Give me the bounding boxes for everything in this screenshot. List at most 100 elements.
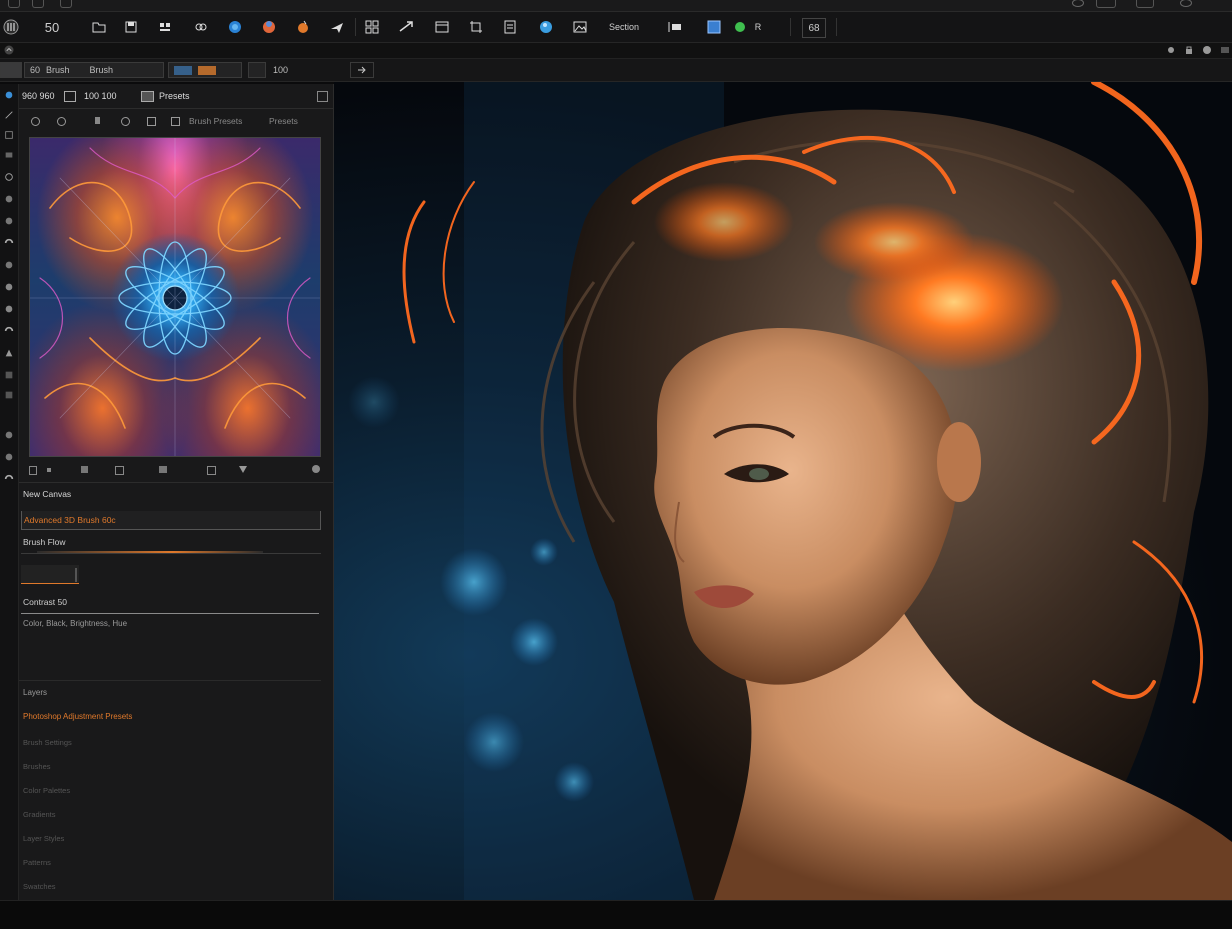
menu-icon[interactable] [1220, 45, 1230, 55]
dropdown-icon[interactable] [239, 466, 247, 473]
secondary-bar [0, 43, 1232, 59]
list-item[interactable]: Color Palettes [23, 786, 70, 795]
circle-icon[interactable] [1180, 0, 1192, 7]
move-tool-icon[interactable] [2, 88, 16, 102]
delete-icon[interactable] [171, 117, 180, 126]
panel-icon[interactable] [432, 16, 452, 38]
preset-name-field[interactable]: Advanced 3D Brush 60c [21, 511, 321, 530]
gradient-tool-icon[interactable] [2, 302, 16, 316]
settings-icon[interactable] [1166, 45, 1176, 55]
size-value[interactable]: 100 [268, 62, 308, 78]
zoom-tool-icon[interactable] [2, 450, 16, 464]
green-dot-icon[interactable] [732, 16, 748, 38]
plane-icon[interactable] [328, 16, 346, 38]
active-adjustment-item[interactable]: Photoshop Adjustment Presets [23, 712, 132, 721]
brush-preset-number: 60 [30, 65, 41, 75]
presets-tab[interactable]: Presets [269, 116, 298, 126]
link-icon[interactable] [192, 16, 210, 38]
crop-icon[interactable] [466, 16, 486, 38]
transform-icon[interactable] [396, 16, 416, 38]
folder-small-icon[interactable] [95, 117, 100, 124]
ctl-icon[interactable] [29, 466, 37, 475]
brush-presets-tab[interactable]: Brush Presets [189, 116, 242, 126]
list-item[interactable]: Patterns [23, 858, 51, 867]
window-icon[interactable] [32, 0, 44, 8]
list-item[interactable]: Gradients [23, 810, 56, 819]
heal-tool-icon[interactable] [2, 236, 16, 250]
new-preset-icon[interactable] [31, 117, 40, 126]
brush-flow-field[interactable]: Brush Flow [21, 535, 321, 554]
window-icon[interactable] [1096, 0, 1116, 8]
contrast-field[interactable]: Contrast 50 [21, 595, 319, 614]
fire-icon[interactable] [294, 16, 312, 38]
preview-toggle-icon[interactable] [64, 91, 76, 102]
swap-colors-icon[interactable] [2, 472, 16, 486]
crop-tool-icon[interactable] [2, 192, 16, 206]
document-canvas[interactable] [334, 82, 1232, 900]
preset-name-value: Advanced 3D Brush 60c [24, 515, 116, 525]
canvas-size-a: 960 960 [22, 91, 55, 101]
ctl-icon[interactable] [47, 468, 51, 472]
panel-toolbar: Brush Presets Presets [19, 112, 333, 132]
type-tool-icon[interactable] [2, 368, 16, 382]
window-icon[interactable] [60, 0, 72, 8]
dodge-tool-icon[interactable] [2, 324, 16, 338]
brush-tool-icon[interactable] [2, 108, 16, 122]
lasso-tool-icon[interactable] [2, 148, 16, 162]
grid-icon[interactable] [362, 16, 382, 38]
marquee-tool-icon[interactable] [2, 128, 16, 142]
panel-menu-icon[interactable] [317, 91, 328, 102]
document-icon[interactable] [500, 16, 520, 38]
ctl-icon[interactable] [115, 466, 124, 475]
image-icon[interactable] [141, 91, 154, 102]
copy-icon[interactable] [147, 117, 156, 126]
settings-small-icon[interactable] [121, 117, 130, 126]
toolbar-label[interactable]: 50 [38, 16, 66, 38]
list-item[interactable]: Layer Styles [23, 834, 64, 843]
layers-icon[interactable] [156, 16, 174, 38]
ctl-icon[interactable] [81, 466, 88, 473]
home-icon[interactable] [3, 44, 15, 56]
ctl-icon[interactable] [207, 466, 216, 475]
preset-preview-image[interactable] [29, 137, 321, 457]
pen-tool-icon[interactable] [2, 346, 16, 360]
color-orb-icon[interactable] [260, 16, 278, 38]
window-icon[interactable] [1136, 0, 1154, 8]
options-bar: 60 Brush Brush 100 [0, 59, 1232, 82]
window-icon[interactable] [8, 0, 20, 8]
image-icon[interactable] [570, 16, 590, 38]
blue-square-icon[interactable] [704, 16, 724, 38]
refresh-icon[interactable] [57, 117, 66, 126]
color-swatches[interactable] [168, 62, 242, 78]
globe-icon[interactable] [226, 16, 244, 38]
ctl-icon[interactable] [159, 466, 167, 473]
list-item[interactable]: Brushes [23, 762, 51, 771]
brush-flow-slider[interactable] [37, 551, 263, 553]
hand-tool-icon[interactable] [2, 428, 16, 442]
ctl-icon[interactable] [312, 465, 320, 473]
stamp-tool-icon[interactable] [2, 258, 16, 272]
list-item[interactable]: Swatches [23, 882, 56, 891]
eraser-tool-icon[interactable] [2, 280, 16, 294]
section-button[interactable]: Section [604, 16, 644, 38]
square-icon[interactable] [248, 62, 266, 78]
list-item[interactable]: Brush Settings [23, 738, 72, 747]
camera-icon[interactable] [660, 16, 688, 38]
folder-icon[interactable] [90, 16, 108, 38]
tool-preset-icon[interactable] [0, 62, 22, 78]
app-logo-icon[interactable] [2, 16, 20, 38]
info-icon[interactable] [1202, 45, 1212, 55]
eyedropper-tool-icon[interactable] [2, 214, 16, 228]
save-icon[interactable] [122, 16, 140, 38]
slider-handle[interactable] [75, 568, 77, 582]
brush-preset-chip[interactable]: 60 Brush Brush [24, 62, 164, 78]
zoom-field[interactable]: 68 [802, 18, 826, 38]
lock-icon[interactable] [1184, 45, 1194, 55]
contrast-label: Contrast 50 [23, 597, 67, 607]
circle-icon[interactable] [1072, 0, 1084, 7]
shape-tool-icon[interactable] [2, 388, 16, 402]
color-swatch-field[interactable] [21, 565, 79, 584]
dropdown-icon[interactable] [350, 62, 374, 78]
wand-tool-icon[interactable] [2, 170, 16, 184]
sphere-icon[interactable] [536, 16, 556, 38]
